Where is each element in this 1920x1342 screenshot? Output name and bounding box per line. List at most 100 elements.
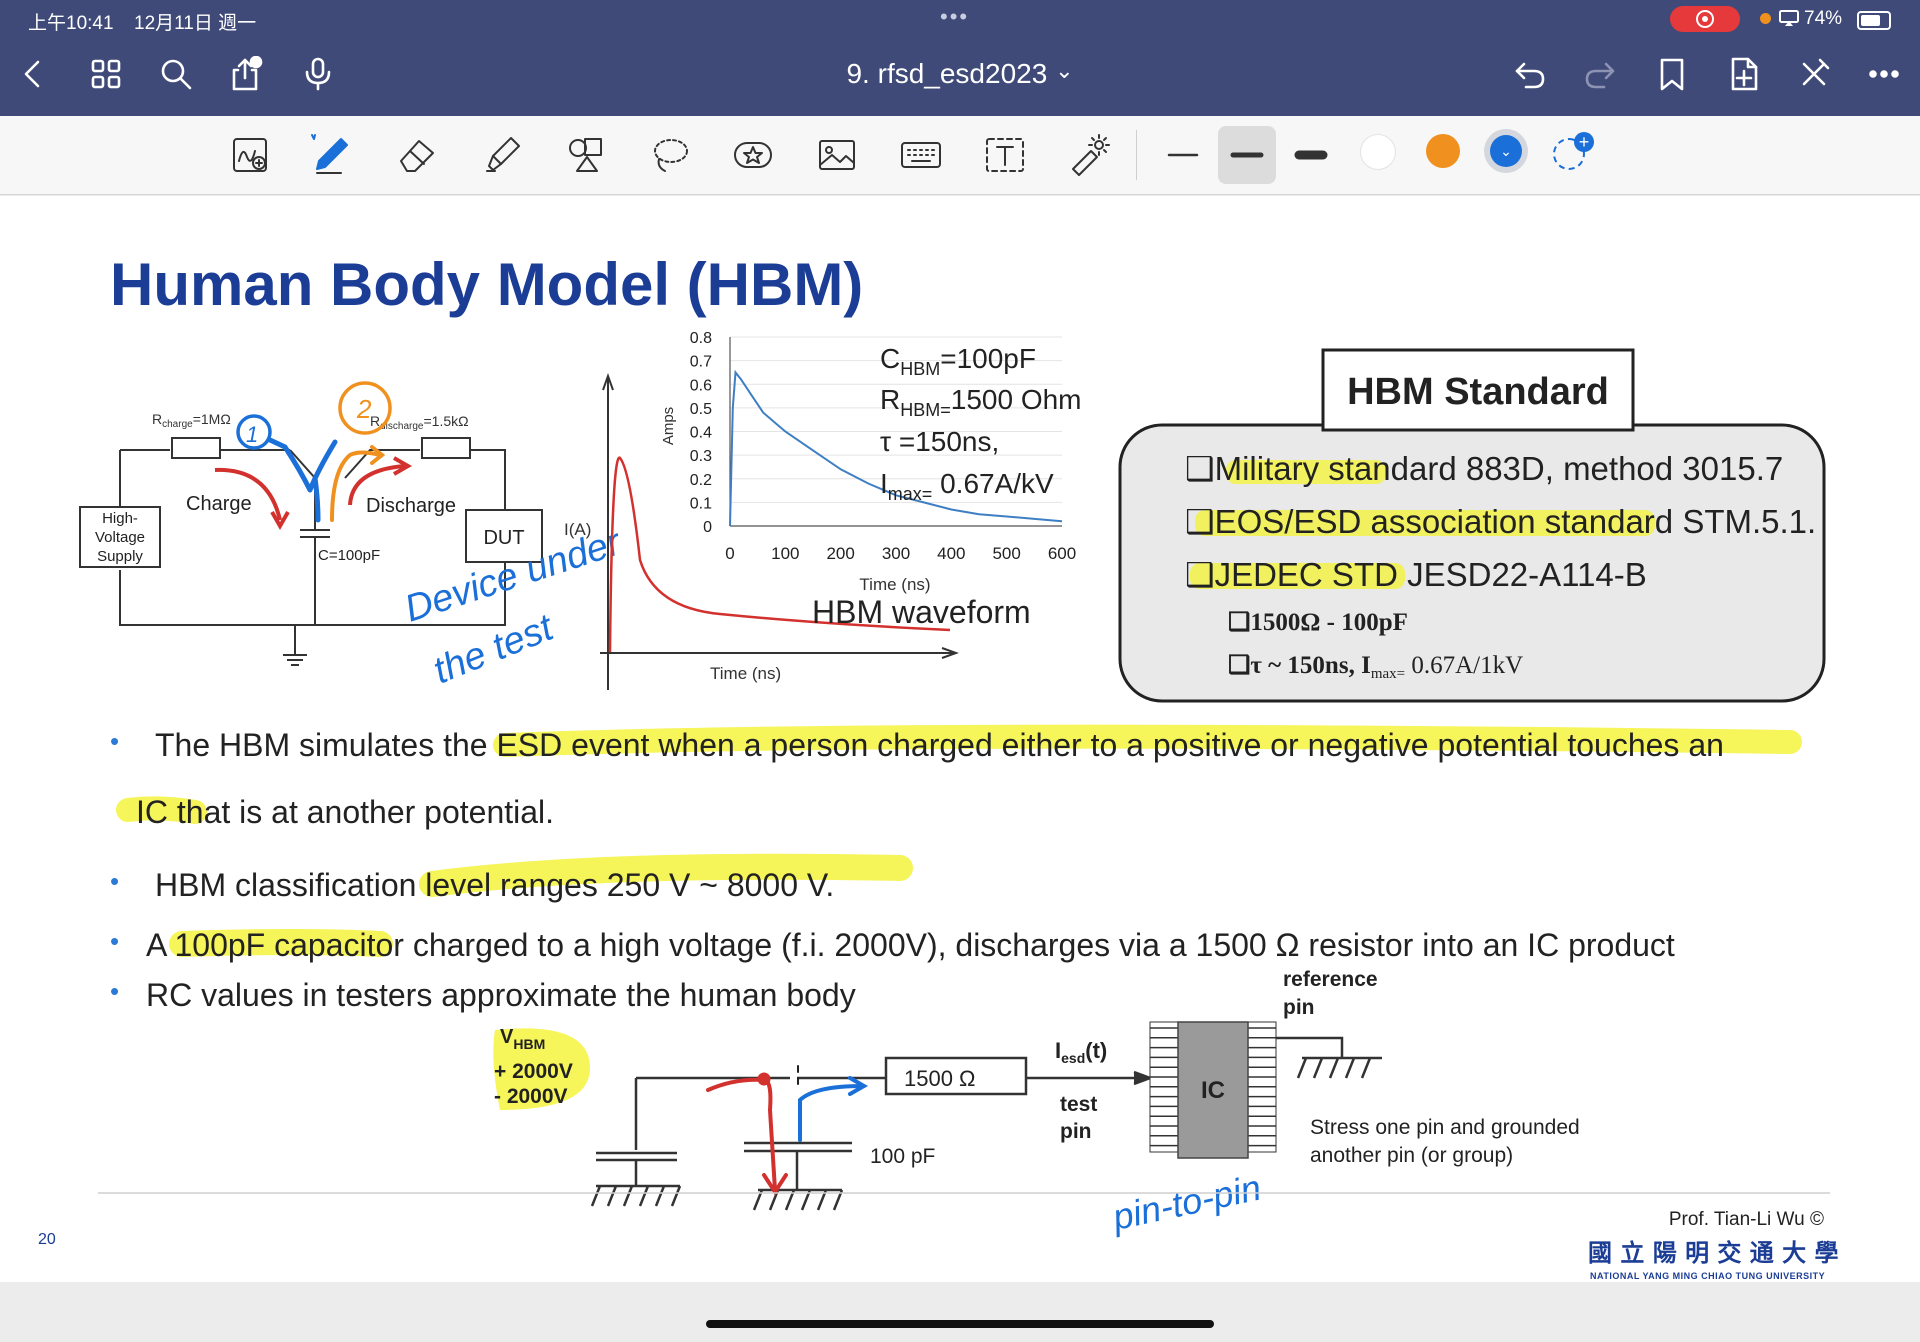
param-c-sub: HBM: [900, 359, 940, 379]
dut-label: DUT: [483, 527, 524, 549]
param-tau: τ =150ns,: [880, 426, 999, 457]
undo-icon[interactable]: [1508, 52, 1552, 96]
grid-icon[interactable]: [84, 52, 128, 96]
search-icon[interactable]: [154, 52, 198, 96]
reference-pin-label-2: pin: [1283, 996, 1315, 1019]
test-pin-label-1: test: [1060, 1093, 1097, 1116]
top-bar: 上午10:41 12月11日 週一 ••• 74% 9. rfsd_esd202…: [0, 0, 1920, 116]
chart-x-tick-label: 100: [771, 544, 799, 563]
svg-text:RHBM=1500 Ohm: RHBM=1500 Ohm: [880, 384, 1082, 420]
capacitor-100pf-label: 100 pF: [870, 1145, 935, 1168]
standard-sub-1: ❑1500Ω - 100pF: [1228, 609, 1408, 636]
slide-canvas: Human Body Model (HBM) Rcharge=1MΩ Rdisc…: [38, 251, 1839, 1281]
chart-y-tick-label: 0.4: [690, 425, 712, 442]
chart-x-tick-label: 400: [937, 544, 965, 563]
add-page-icon[interactable]: [1722, 52, 1766, 96]
vhbm-minus: - 2000V: [494, 1085, 568, 1108]
chart-y-tick-label: 0: [703, 519, 712, 536]
eraser-icon[interactable]: [392, 130, 442, 180]
close-pen-icon[interactable]: [1792, 52, 1836, 96]
r-charge-label: R: [152, 411, 162, 427]
standard-item-2: ❑EOS/ESD association standard STM.5.1.: [1185, 503, 1816, 540]
add-color-plus-icon[interactable]: +: [1574, 132, 1594, 152]
annotation-toolbar: [0, 116, 1920, 195]
vhbm-label: V: [500, 1026, 514, 1048]
discharge-label: Discharge: [366, 495, 456, 517]
bullet-1a: The HBM simulates the ESD event when a p…: [155, 727, 1724, 763]
vhbm-plus: + 2000V: [494, 1060, 573, 1083]
standard-sub-2: ❑τ ~ 150ns, I: [1228, 652, 1371, 679]
supply-label-1: High-: [102, 510, 138, 527]
resistor-label: 1500 Ω: [904, 1066, 976, 1091]
chart-x-tick-label: 200: [826, 544, 854, 563]
footer-school-chinese: 國 立 陽 明 交 通 大 學: [1588, 1239, 1839, 1267]
param-imax: I: [880, 468, 888, 499]
reference-pin-label-1: reference: [1283, 968, 1378, 991]
status-time: 上午10:41: [28, 13, 114, 34]
shapes-icon[interactable]: [562, 130, 612, 180]
bullet-dot-2: •: [110, 866, 119, 896]
handwritten-pin-note: pin-to-pin: [1108, 1167, 1264, 1239]
bullet-4: RC values in testers approximate the hum…: [146, 977, 856, 1013]
battery-icon: [1857, 11, 1891, 30]
bullet-dot-1: •: [110, 726, 119, 756]
multitask-dots-icon[interactable]: •••: [940, 4, 969, 30]
hbm-standard-title: HBM Standard: [1347, 371, 1609, 413]
bullet-2: HBM classification level ranges 250 V ~ …: [155, 867, 834, 903]
lasso-icon[interactable]: [646, 130, 696, 180]
chart-x-axis-title: Time (ns): [859, 575, 930, 594]
text-icon[interactable]: [980, 130, 1030, 180]
more-icon[interactable]: [1862, 52, 1906, 96]
lasso-zoom-icon[interactable]: [226, 130, 276, 180]
standard-item-3: ❑JEDEC STD JESD22-A114-B: [1185, 556, 1647, 593]
home-indicator[interactable]: [706, 1320, 1214, 1328]
back-icon[interactable]: [12, 52, 56, 96]
laser-pointer-icon[interactable]: [1064, 130, 1114, 180]
sticker-icon[interactable]: [728, 130, 778, 180]
stress-note-2: another pin (or group): [1310, 1144, 1513, 1167]
test-pin-label-2: pin: [1060, 1120, 1092, 1143]
highlighter-icon[interactable]: [478, 130, 528, 180]
iesd-post: (t): [1085, 1038, 1107, 1063]
share-icon[interactable]: [224, 52, 268, 96]
title-chevron-down-icon[interactable]: ⌄: [1055, 58, 1073, 83]
color-white-swatch[interactable]: [1360, 134, 1396, 170]
stress-note-1: Stress one pin and grounded: [1310, 1116, 1580, 1139]
r-charge-sub: charge: [162, 419, 193, 430]
r-discharge-value: =1.5kΩ: [423, 413, 468, 429]
ic-label: IC: [1201, 1077, 1225, 1104]
screen-record-icon[interactable]: [1670, 6, 1740, 32]
supply-label-3: Supply: [97, 548, 143, 565]
handwritten-two: 2: [356, 394, 372, 424]
screen-mirror-icon: [1779, 10, 1799, 26]
charge-label: Charge: [186, 493, 252, 515]
microphone-icon[interactable]: [296, 52, 340, 96]
chart-x-tick-label: 300: [882, 544, 910, 563]
handwritten-switch-sketch: [706, 1065, 869, 1196]
current-sketch-axes: [600, 373, 959, 690]
redo-icon[interactable]: [1578, 52, 1622, 96]
document-title[interactable]: 9. rfsd_esd2023: [846, 58, 1047, 89]
image-icon[interactable]: [812, 130, 862, 180]
capacitor-label: C=100pF: [318, 547, 380, 564]
chart-x-tick-label: 600: [1048, 544, 1076, 563]
current-axis-label: I(A): [564, 520, 591, 539]
standard-sub-2-sub: max=: [1371, 666, 1405, 682]
slide-page[interactable]: Human Body Model (HBM) Rcharge=1MΩ Rdisc…: [0, 196, 1920, 1282]
color-orange-swatch[interactable]: [1426, 134, 1460, 168]
param-c: C: [880, 343, 900, 374]
bookmark-icon[interactable]: [1650, 52, 1694, 96]
chart-y-tick-label: 0.5: [690, 401, 712, 418]
bullet-highlights: [116, 724, 1802, 957]
medium-stroke-icon[interactable]: [1218, 126, 1276, 184]
color-blue-swatch[interactable]: ⌄: [1490, 135, 1522, 167]
handwritten-one: 1: [246, 422, 258, 447]
pen-icon[interactable]: [306, 130, 356, 180]
chart-y-tick-label: 0.8: [690, 330, 712, 347]
chart-y-tick-label: 0.6: [690, 377, 712, 394]
supply-label-2: Voltage: [95, 529, 145, 546]
keyboard-icon[interactable]: [896, 130, 946, 180]
bullet-3: A 100pF capacitor charged to a high volt…: [146, 927, 1675, 963]
thick-stroke-icon[interactable]: [1286, 130, 1336, 180]
thin-stroke-icon[interactable]: [1158, 130, 1208, 180]
